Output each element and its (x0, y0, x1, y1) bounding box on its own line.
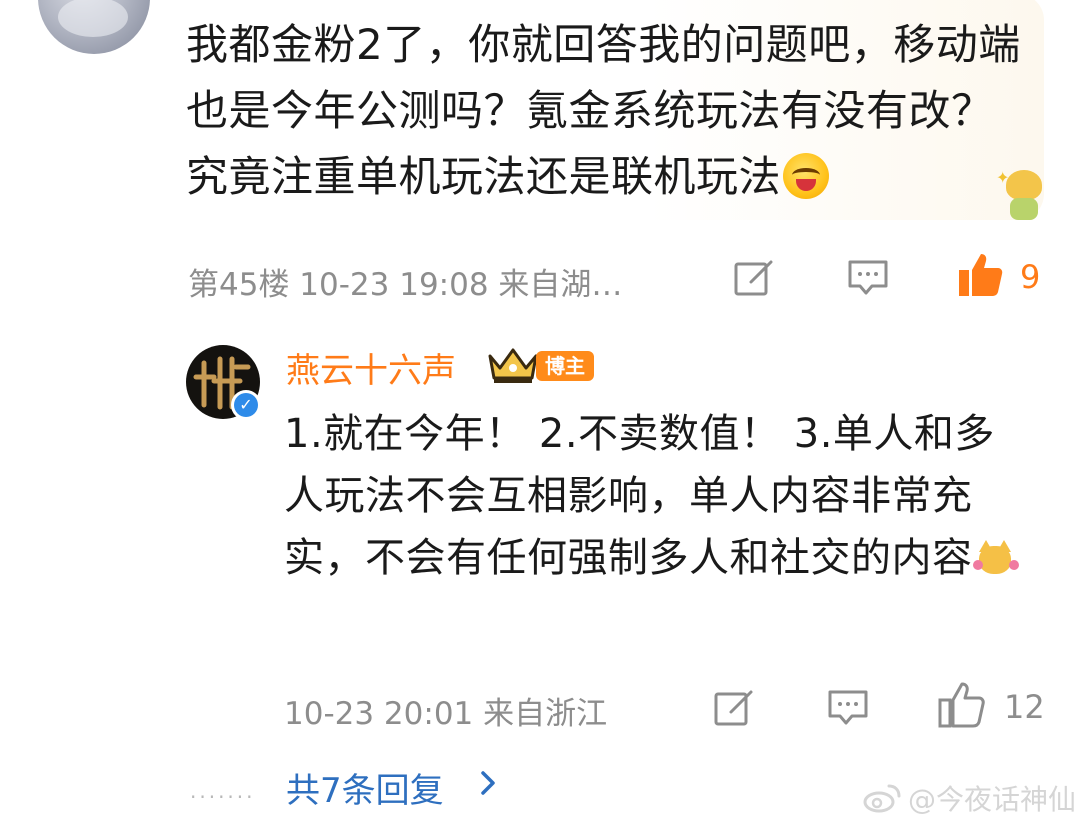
reply-author-name[interactable]: 燕云十六声 (286, 343, 456, 392)
share-edit-icon[interactable] (711, 686, 757, 730)
comment-text: 我都金粉2了，你就回答我的问题吧，移动端也是今年公测吗？氪金系统玩法有没有改？究… (186, 12, 1026, 210)
reply-text: 1.就在今年！ 2.不卖数值！ 3.单人和多人玩法不会互相影响，单人内容非常充实… (284, 403, 1024, 589)
comment-icon[interactable] (845, 256, 891, 300)
chevron-right-icon[interactable] (478, 769, 498, 797)
comment-body: 我都金粉2了，你就回答我的问题吧，移动端也是今年公测吗？氪金系统玩法有没有改？究… (186, 20, 1021, 201)
weibo-logo-icon (863, 784, 901, 813)
reply-body: 1.就在今年！ 2.不卖数值！ 3.单人和多人玩法不会互相影响，单人内容非常充实… (284, 411, 995, 581)
comment-meta: 第45楼 10-23 19:08 来自湖… (188, 267, 623, 303)
share-edit-icon[interactable] (731, 256, 777, 300)
verified-badge-icon: ✓ (231, 390, 261, 420)
watermark: @今夜话神仙 (862, 778, 1076, 818)
comment-like-count: 9 (1020, 258, 1041, 296)
separator-dots: ······· (190, 785, 256, 809)
more-replies-link[interactable]: 共7条回复 (286, 763, 444, 812)
like-icon[interactable] (936, 680, 988, 730)
commenter-avatar[interactable] (38, 0, 150, 54)
cartoon-character-sticker: ✦ (996, 164, 1052, 224)
blogger-badge: 博主 (536, 351, 594, 381)
comment-icon[interactable] (825, 686, 871, 730)
watermark-text: @今夜话神仙 (908, 783, 1077, 816)
like-icon-active[interactable] (955, 250, 1007, 300)
reply-like-count: 12 (1004, 688, 1045, 726)
dog-heart-emoji (972, 538, 1019, 578)
laughing-face-emoji (783, 152, 830, 199)
crown-icon (488, 348, 538, 383)
reply-meta: 10-23 20:01 来自浙江 (284, 696, 608, 732)
